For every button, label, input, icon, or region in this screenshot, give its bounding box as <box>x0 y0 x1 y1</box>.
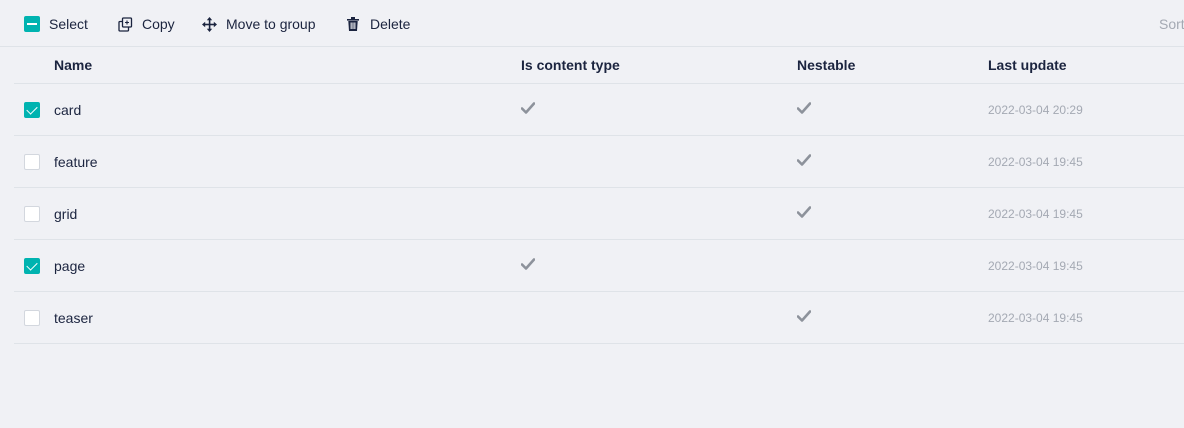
nestable-cell <box>797 136 811 187</box>
row-checkbox[interactable] <box>24 153 40 170</box>
components-table: Name Is content type Nestable Last updat… <box>14 47 1184 344</box>
column-header-last-update[interactable]: Last update <box>988 47 1067 83</box>
check-icon <box>797 101 811 119</box>
is-content-type-cell <box>521 84 535 135</box>
last-update-cell: 2022-03-04 20:29 <box>988 102 1083 117</box>
last-update-cell: 2022-03-04 19:45 <box>988 154 1083 169</box>
delete-label: Delete <box>370 16 411 32</box>
bulk-actions-toolbar: Select Copy Move to group Delete Sort <box>0 0 1184 47</box>
component-name[interactable]: card <box>54 84 81 135</box>
row-checkbox[interactable] <box>24 205 40 222</box>
nestable-cell <box>797 188 811 239</box>
check-icon <box>797 309 811 327</box>
row-select-cell <box>24 292 40 343</box>
check-icon <box>797 205 811 223</box>
row-select-cell <box>24 136 40 187</box>
last-update-cell: 2022-03-04 19:45 <box>988 310 1083 325</box>
row-checkbox[interactable] <box>24 101 40 118</box>
row-checkbox[interactable] <box>24 309 40 326</box>
nestable-cell <box>797 84 811 135</box>
check-icon <box>521 101 535 119</box>
is-content-type-cell <box>521 240 535 291</box>
component-name[interactable]: grid <box>54 188 77 239</box>
column-header-name[interactable]: Name <box>54 47 92 83</box>
row-select-cell <box>24 240 40 291</box>
table-row[interactable]: page 2022-03-04 19:45 <box>14 240 1184 292</box>
copy-label: Copy <box>142 16 175 32</box>
component-name[interactable]: teaser <box>54 292 93 343</box>
table-row[interactable]: card 2022-03-04 20:29 <box>14 84 1184 136</box>
table-header: Name Is content type Nestable Last updat… <box>14 47 1184 84</box>
column-header-nestable[interactable]: Nestable <box>797 47 855 83</box>
delete-button[interactable]: Delete <box>345 12 410 36</box>
move-to-group-label: Move to group <box>226 16 316 32</box>
copy-button[interactable]: Copy <box>117 12 175 36</box>
table-row[interactable]: feature 2022-03-04 19:45 <box>14 136 1184 188</box>
row-select-cell <box>24 84 40 135</box>
nestable-cell <box>797 292 811 343</box>
select-button[interactable]: Select <box>24 12 88 36</box>
last-update-cell: 2022-03-04 19:45 <box>988 206 1083 221</box>
move-to-group-button[interactable]: Move to group <box>201 12 316 36</box>
select-label: Select <box>49 16 88 32</box>
column-header-is-content-type[interactable]: Is content type <box>521 47 620 83</box>
table-row[interactable]: teaser 2022-03-04 19:45 <box>14 292 1184 344</box>
last-update-cell: 2022-03-04 19:45 <box>988 258 1083 273</box>
check-icon <box>521 257 535 275</box>
move-arrows-icon <box>201 16 217 32</box>
minus-checkbox-icon <box>24 16 40 32</box>
component-name[interactable]: feature <box>54 136 98 187</box>
copy-icon <box>117 16 133 32</box>
table-body: card 2022-03-04 20:29 feature 2022-03-04 19… <box>14 84 1184 344</box>
row-select-cell <box>24 188 40 239</box>
row-checkbox[interactable] <box>24 257 40 274</box>
sort-dropdown[interactable]: Sort <box>1159 12 1184 36</box>
component-name[interactable]: page <box>54 240 85 291</box>
component-list-page: Select Copy Move to group Delete Sort Na… <box>0 0 1184 428</box>
table-row[interactable]: grid 2022-03-04 19:45 <box>14 188 1184 240</box>
trash-icon <box>345 16 361 32</box>
check-icon <box>797 153 811 171</box>
